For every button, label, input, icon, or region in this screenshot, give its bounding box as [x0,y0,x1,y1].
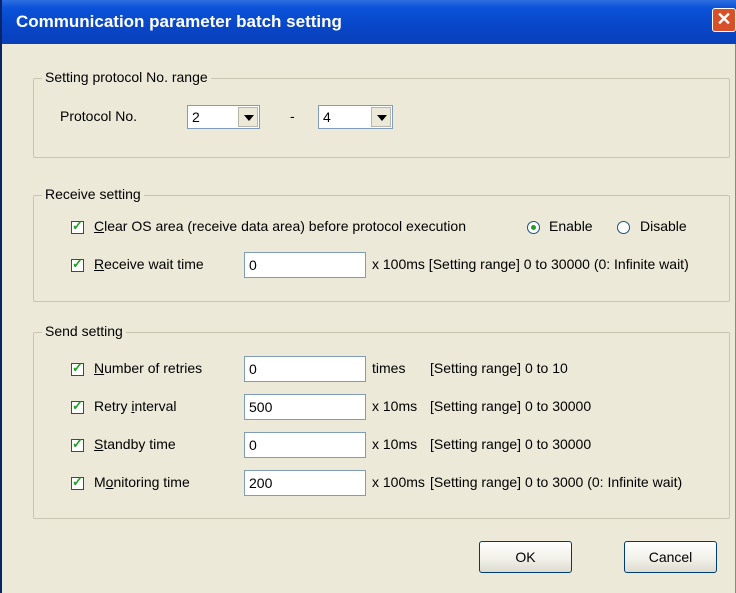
retry-interval-label[interactable]: Retry interval [94,398,177,414]
monitoring-time-input[interactable]: 200 [244,470,366,496]
clear-os-checkbox[interactable] [71,218,84,234]
retry-interval-checkbox[interactable] [71,398,84,414]
title-bar[interactable]: Communication parameter batch setting ✕ [2,0,736,44]
standby-time-label[interactable]: Standby time [94,436,176,452]
receive-wait-range: x 100ms [Setting range] 0 to 30000 (0: I… [372,256,689,272]
retries-checkbox[interactable] [71,360,84,376]
retries-unit: times [372,360,406,376]
standby-time-checkbox[interactable] [71,436,84,452]
send-group-label: Send setting [42,323,126,339]
receive-wait-label-accel: R [94,256,105,272]
protocol-to-select[interactable]: 4 [318,105,393,129]
dialog-window: Communication parameter batch setting ✕ … [0,0,736,593]
retry-interval-unit: x 10ms [372,398,418,414]
monitoring-time-checkbox[interactable] [71,474,84,490]
monitoring-time-range: [Setting range] 0 to 3000 (0: Infinite w… [430,474,683,490]
disable-radio[interactable] [617,221,630,234]
send-setting-group: Send setting Number of retries 0 times [… [33,323,730,519]
close-button[interactable]: ✕ [712,8,736,32]
receive-group-label: Receive setting [42,186,144,202]
receive-wait-label-text: eceive wait time [104,256,204,272]
retries-input[interactable]: 0 [244,356,366,382]
protocol-no-label: Protocol No. [60,108,138,124]
enable-label[interactable]: Enable [549,218,593,234]
receive-wait-checkbox[interactable] [71,256,84,272]
retries-range: [Setting range] 0 to 10 [430,360,568,376]
close-icon: ✕ [716,9,732,29]
retry-interval-range: [Setting range] 0 to 30000 [430,398,592,414]
range-separator: - [290,108,295,124]
standby-time-label-text: tandby time [103,436,176,452]
retry-interval-input[interactable]: 500 [244,394,366,420]
retries-label-accel: N [94,360,105,376]
clear-os-label[interactable]: Clear OS area (receive data area) before… [94,218,466,234]
receive-wait-input[interactable]: 0 [244,252,366,278]
standby-time-input[interactable]: 0 [244,432,366,458]
protocol-to-value: 4 [323,109,331,125]
chevron-down-icon[interactable] [238,107,258,127]
standby-time-range: [Setting range] 0 to 30000 [430,436,592,452]
disable-label[interactable]: Disable [640,218,687,234]
monitoring-time-label-pre: M [94,474,106,490]
retries-label[interactable]: Number of retries [94,360,202,376]
enable-radio[interactable] [527,221,540,234]
clear-os-label-accel: C [94,218,105,234]
protocol-range-group: Setting protocol No. range Protocol No. … [33,69,730,158]
dialog-title: Communication parameter batch setting [16,12,342,31]
clear-os-label-text: lear OS area (receive data area) before … [104,218,466,234]
retry-interval-label-text: nterval [134,398,177,414]
monitoring-time-unit: x 100ms [372,474,425,490]
protocol-range-group-label: Setting protocol No. range [42,69,211,85]
ok-button[interactable]: OK [479,541,572,573]
retries-label-text: umber of retries [104,360,203,376]
protocol-from-select[interactable]: 2 [187,105,260,129]
receive-wait-label[interactable]: Receive wait time [94,256,204,272]
monitoring-time-label[interactable]: Monitoring time [94,474,190,490]
chevron-down-icon[interactable] [371,107,391,127]
protocol-from-value: 2 [192,109,200,125]
standby-time-label-accel: S [94,436,104,452]
standby-time-unit: x 10ms [372,436,418,452]
retry-interval-label-pre: Retry [94,398,132,414]
cancel-button[interactable]: Cancel [624,541,717,573]
monitoring-time-label-text: nitoring time [113,474,190,490]
receive-setting-group: Receive setting Clear OS area (receive d… [33,186,730,302]
